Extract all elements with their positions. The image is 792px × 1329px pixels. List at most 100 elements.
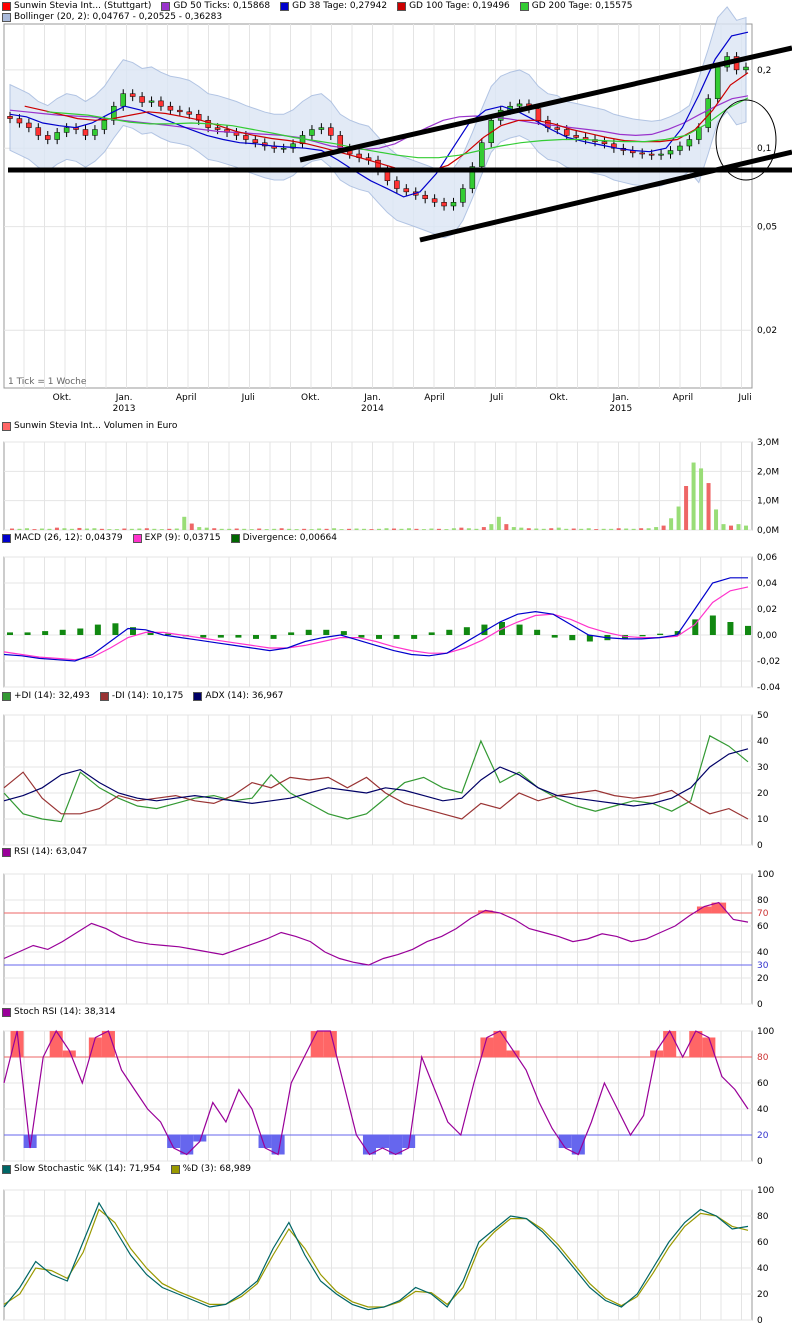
y-tick-label: 100: [757, 1186, 774, 1196]
divergence-bar: [24, 632, 31, 635]
y-tick-label: 1,0M: [757, 497, 779, 507]
candle-body: [167, 105, 174, 111]
y-tick-label: 0,00: [757, 631, 777, 641]
candle-body: [318, 127, 325, 130]
candle-body: [280, 147, 287, 150]
volume-bar: [676, 506, 681, 530]
stochrsi-high-fill: [702, 1037, 716, 1057]
volume-bar: [684, 486, 689, 530]
candle-body: [554, 127, 561, 130]
divergence-bar: [709, 615, 716, 635]
price-panel: Sunwin Stevia Int... (Stuttgart) GD 50 Ti…: [0, 0, 792, 420]
stochrsi-low-fill: [167, 1135, 181, 1148]
candle-body: [309, 129, 315, 136]
y-tick-label: 80: [757, 896, 769, 906]
y-tick-label: 30: [757, 763, 769, 773]
divergence-bar: [77, 628, 84, 635]
stochrsi-high-fill: [310, 1031, 324, 1057]
x-tick-label: Jan.: [363, 393, 381, 403]
candle-body: [243, 135, 249, 140]
candle-body: [148, 100, 155, 103]
candle-body: [516, 103, 523, 107]
candle-body: [441, 202, 447, 207]
candle-body: [101, 120, 108, 130]
candle-body: [743, 66, 749, 71]
divergence-bar: [305, 629, 312, 635]
candle-body: [177, 109, 183, 113]
candle-body: [35, 127, 42, 136]
x-tick-label: April: [673, 393, 694, 403]
volume-bar: [714, 509, 719, 530]
stochrsi-high-fill: [493, 1031, 507, 1057]
divergence-bar: [516, 624, 523, 635]
candle-body: [7, 116, 13, 119]
y-tick-label: 0,04: [757, 579, 777, 589]
y-tick-label: 50: [757, 711, 769, 721]
volume-bar: [669, 518, 674, 530]
y-tick-label: 80: [757, 1053, 769, 1063]
y-tick-label: 30: [757, 961, 769, 971]
y-tick-label: 0,1: [757, 144, 771, 154]
candle-body: [667, 150, 674, 155]
candle-body: [328, 127, 334, 136]
divergence-bar: [112, 623, 119, 635]
macd-panel: MACD (26, 12): 0,04379 EXP (9): 0,03715 Di…: [0, 530, 792, 690]
divergence-bar: [59, 629, 66, 635]
candle-body: [63, 127, 70, 133]
candle-body: [129, 93, 136, 97]
stochrsi-panel: Stoch RSI (14): 38,314 100 80 60 40 20 0: [0, 1006, 792, 1166]
y-tick-label: 0,2: [757, 66, 771, 76]
candle-body: [337, 135, 344, 149]
slowstoch-plot-area: [3, 1189, 753, 1321]
volume-bar: [496, 516, 501, 530]
divergence-bar: [411, 635, 418, 639]
x-tick-label: April: [424, 393, 445, 403]
volume-panel: Sunwin Stevia Int... Volumen in Euro 3,0…: [0, 420, 792, 538]
macd-plot-area: [3, 556, 753, 688]
volume-bar: [699, 468, 704, 530]
y-tick-label: 60: [757, 1238, 769, 1248]
divergence-bar: [376, 635, 382, 639]
divergence-bar: [551, 635, 558, 638]
dmi-panel: +DI (14): 32,493 -DI (14): 10,175 ADX (14)…: [0, 690, 792, 850]
divergence-bar: [534, 629, 541, 635]
candle-body: [686, 139, 693, 147]
divergence-bar: [639, 635, 646, 637]
y-tick-label: 20: [757, 789, 769, 799]
slowstoch-panel: Slow Stochastic %K (14): 71,954 %D (3): 6…: [0, 1163, 792, 1329]
candle-body: [252, 139, 259, 143]
x-tick-label: Okt.: [53, 393, 72, 403]
volume-bar: [182, 516, 187, 530]
divergence-bar: [200, 635, 207, 638]
x-tick-label: Jan.: [115, 393, 133, 403]
candle-body: [658, 153, 664, 156]
y-tick-label: 3,0M: [757, 438, 779, 448]
volume-bar: [691, 462, 696, 530]
divergence-bar: [7, 632, 13, 635]
x-tick-label: Juli: [241, 393, 255, 403]
y-tick-label: 60: [757, 922, 769, 932]
stochrsi-high-fill: [689, 1031, 703, 1057]
candle-body: [26, 122, 32, 128]
divergence-bar: [569, 635, 576, 641]
candle-body: [479, 142, 485, 167]
slowstoch-chart: 100 80 60 40 20 0: [3, 1186, 774, 1326]
stochrsi-high-fill: [49, 1031, 63, 1057]
divergence-bar: [657, 633, 664, 635]
candle-body: [648, 153, 655, 156]
y-tick-label: 0,06: [757, 553, 777, 563]
candle-body: [120, 93, 126, 107]
y-tick-label: 100: [757, 1027, 774, 1037]
y-tick-label: 10: [757, 815, 769, 825]
candle-body: [563, 129, 570, 136]
macd-chart: 0,06 0,04 0,02 0,00 -0,02 -0,04: [3, 553, 781, 690]
candle-body: [573, 135, 579, 138]
stochrsi-low-fill: [376, 1135, 390, 1148]
candle-body: [403, 188, 410, 193]
rsi-plot-area: [3, 873, 753, 1005]
stochrsi-high-fill: [663, 1031, 677, 1057]
y-tick-label: 0,02: [757, 326, 777, 336]
candle-body: [677, 145, 683, 151]
divergence-bar: [42, 631, 49, 635]
divergence-bar: [288, 632, 295, 635]
